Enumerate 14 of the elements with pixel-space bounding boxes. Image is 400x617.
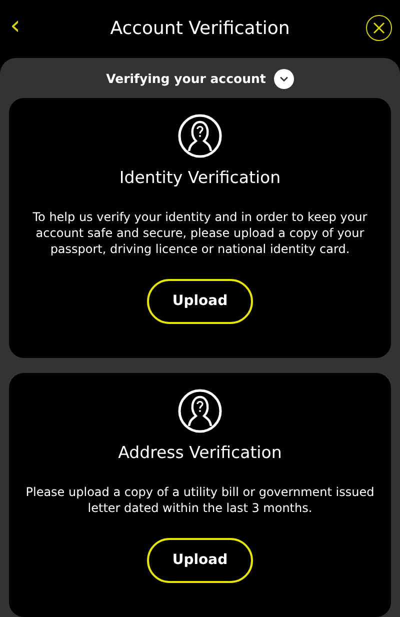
user-question-icon xyxy=(178,114,222,158)
expand-toggle[interactable] xyxy=(274,69,294,89)
page-title: Account Verification xyxy=(110,20,290,38)
card-title: Address Verification xyxy=(117,442,283,464)
card-description: To help us verify your identity and in order to keep your account safe and secure, please upload a copy of your passport, driving licence or national identity card. xyxy=(32,208,368,257)
card-description: Please upload a copy of a utility bill or government issued letter dated within the last 3 months. xyxy=(24,484,376,516)
card-title: Identity Verification xyxy=(118,167,282,189)
upload-button[interactable]: Upload xyxy=(147,278,253,324)
user-question-icon xyxy=(178,388,222,433)
upload-button[interactable]: Upload xyxy=(147,538,253,582)
section-title: Verifying your account xyxy=(106,70,266,88)
close-button[interactable] xyxy=(366,15,392,41)
back-button[interactable]: ‹ xyxy=(6,13,24,39)
close-icon xyxy=(372,21,386,35)
